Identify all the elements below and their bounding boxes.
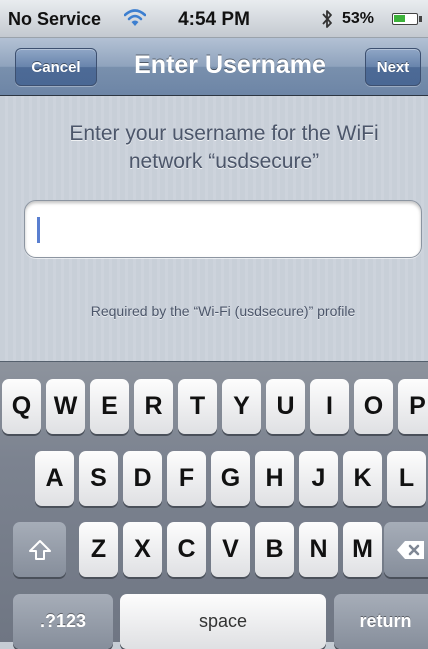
backspace-key[interactable] (384, 522, 428, 577)
key-i[interactable]: I (310, 379, 349, 434)
key-h[interactable]: H (255, 451, 294, 506)
status-bar: No Service 4:54 PM 53% (0, 0, 428, 38)
username-input[interactable] (24, 200, 422, 258)
navigation-bar: Cancel Enter Username Next (0, 38, 428, 96)
key-o[interactable]: O (354, 379, 393, 434)
key-p[interactable]: P (398, 379, 428, 434)
key-k[interactable]: K (343, 451, 382, 506)
key-n[interactable]: N (299, 522, 338, 577)
key-s[interactable]: S (79, 451, 118, 506)
key-a[interactable]: A (35, 451, 74, 506)
text-caret (37, 217, 40, 243)
battery-level (394, 15, 405, 22)
key-v[interactable]: V (211, 522, 250, 577)
shift-key[interactable] (13, 522, 66, 577)
key-t[interactable]: T (178, 379, 217, 434)
key-w[interactable]: W (46, 379, 85, 434)
key-j[interactable]: J (299, 451, 338, 506)
key-g[interactable]: G (211, 451, 250, 506)
key-u[interactable]: U (266, 379, 305, 434)
battery-percent: 53% (342, 10, 375, 27)
prompt-text: Enter your username for the WiFi network… (69, 122, 379, 173)
shift-icon (28, 539, 51, 560)
key-b[interactable]: B (255, 522, 294, 577)
next-button[interactable]: Next (365, 48, 421, 86)
return-key[interactable]: return (334, 594, 428, 649)
key-d[interactable]: D (123, 451, 162, 506)
key-m[interactable]: M (343, 522, 382, 577)
key-z[interactable]: Z (79, 522, 118, 577)
key-q[interactable]: Q (2, 379, 41, 434)
backspace-icon (396, 540, 424, 559)
cancel-button[interactable]: Cancel (15, 48, 97, 86)
numbers-key[interactable]: .?123 (13, 594, 113, 649)
key-r[interactable]: R (134, 379, 173, 434)
page-title: Enter Username (134, 51, 326, 79)
battery-icon (392, 13, 418, 25)
key-c[interactable]: C (167, 522, 206, 577)
space-key[interactable]: space (120, 594, 326, 649)
content-area: Enter your username for the WiFi network… (0, 96, 428, 361)
key-x[interactable]: X (123, 522, 162, 577)
key-y[interactable]: Y (222, 379, 261, 434)
key-l[interactable]: L (387, 451, 426, 506)
key-f[interactable]: F (167, 451, 206, 506)
battery-tip (419, 16, 422, 22)
key-e[interactable]: E (90, 379, 129, 434)
profile-note: Required by the “Wi-Fi (usdsecure)” prof… (90, 303, 356, 319)
bluetooth-icon (322, 10, 332, 28)
keyboard: .?123 space return QWERTYUIOP ASDFGHJKL ZX… (0, 361, 428, 649)
